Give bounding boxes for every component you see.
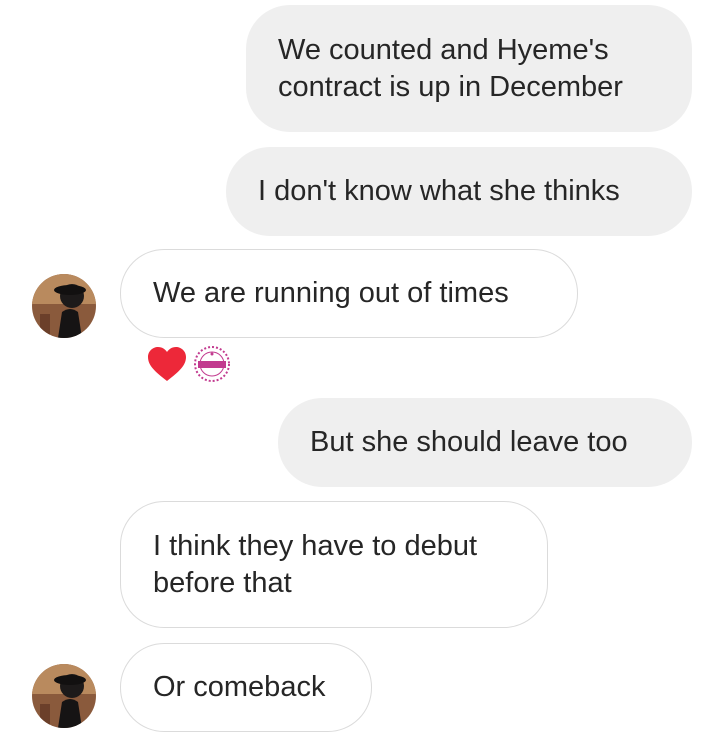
message-text-line: But she should leave too: [310, 426, 628, 458]
contact-avatar[interactable]: [32, 664, 96, 728]
message-text-line: We are running out of times: [153, 277, 509, 309]
message-text-line: Or comeback: [153, 671, 326, 703]
message-text-line: contract is up in December: [278, 70, 623, 103]
avatar-photo-icon: [32, 274, 96, 338]
message-text-line: before that: [153, 566, 292, 599]
contact-avatar[interactable]: [32, 274, 96, 338]
message-bubble-incoming[interactable]: I think they have to debut before that: [120, 501, 548, 628]
message-bubble-outgoing[interactable]: We counted and Hyeme's contract is up in…: [246, 5, 692, 132]
message-bubble-incoming[interactable]: We are running out of times: [120, 249, 578, 338]
message-bubble-outgoing[interactable]: But she should leave too: [278, 398, 692, 487]
heart-reaction-icon[interactable]: [146, 345, 188, 383]
sticker-badge-icon[interactable]: [192, 344, 232, 384]
avatar-photo-icon: [32, 664, 96, 728]
message-text-line: We counted and Hyeme's: [278, 33, 609, 66]
message-text-line: I don't know what she thinks: [258, 175, 620, 207]
message-bubble-outgoing[interactable]: I don't know what she thinks: [226, 147, 692, 236]
message-bubble-incoming[interactable]: Or comeback: [120, 643, 372, 732]
message-text-line: I think they have to debut: [153, 529, 478, 562]
